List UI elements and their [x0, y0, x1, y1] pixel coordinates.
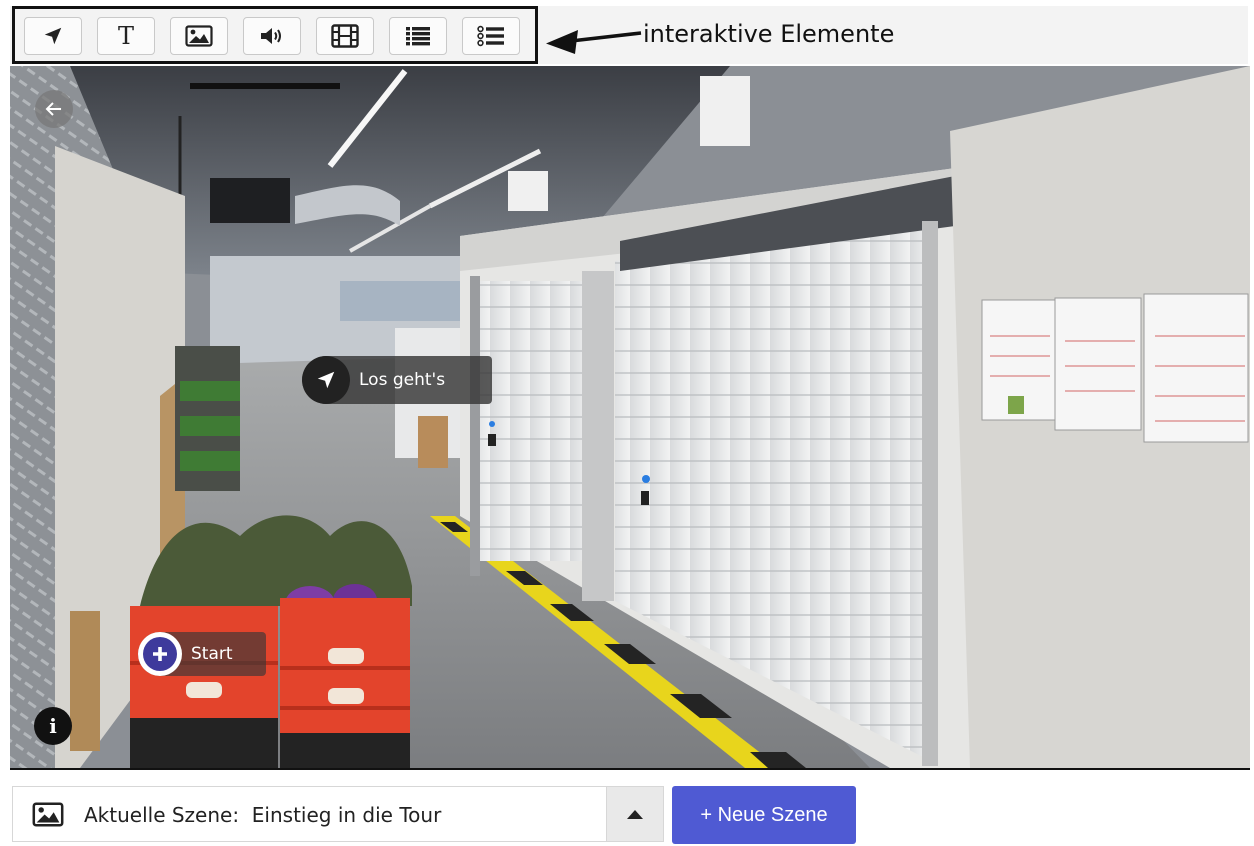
- current-scene-select[interactable]: Aktuelle Szene: Einstieg in die Tour: [12, 786, 664, 842]
- audio-icon: [261, 28, 281, 44]
- video-icon: [331, 24, 359, 48]
- info-icon: i: [49, 714, 57, 738]
- plus-circle-icon: [138, 632, 182, 676]
- add-video-button[interactable]: [316, 17, 374, 55]
- interactive-elements-toolbar: T: [12, 6, 538, 64]
- image-icon: [185, 25, 213, 47]
- hotspot-navigation-label: Los geht's: [359, 370, 446, 390]
- navigation-arrow-icon: [44, 27, 62, 45]
- new-scene-button[interactable]: + Neue Szene: [672, 786, 856, 844]
- back-button[interactable]: [35, 90, 73, 128]
- scene-dropdown-toggle[interactable]: [606, 787, 663, 841]
- current-scene-name: Einstieg in die Tour: [251, 803, 442, 827]
- add-text-button[interactable]: T: [97, 17, 155, 55]
- hotspot-navigation[interactable]: Los geht's: [302, 356, 492, 404]
- current-scene-prefix: Aktuelle Szene:: [84, 803, 240, 827]
- add-list-button[interactable]: [389, 17, 447, 55]
- add-numbered-list-button[interactable]: [462, 17, 520, 55]
- text-icon: T: [117, 22, 134, 50]
- image-icon: [32, 802, 64, 827]
- caret-up-icon: [627, 810, 643, 819]
- callout-label: interaktive Elemente: [643, 20, 895, 48]
- list-icon: [406, 27, 430, 46]
- add-navigation-button[interactable]: [24, 17, 82, 55]
- navigation-hotspot-icon: [302, 356, 350, 404]
- current-scene-text: Aktuelle Szene: Einstieg in die Tour: [84, 803, 441, 827]
- hotspot-start-label: Start: [191, 644, 233, 664]
- add-audio-button[interactable]: [243, 17, 301, 55]
- info-button[interactable]: i: [34, 707, 72, 745]
- scene-viewer[interactable]: Los geht's Start i: [10, 66, 1250, 770]
- arrow-left-icon: [45, 102, 61, 116]
- add-image-button[interactable]: [170, 17, 228, 55]
- numbered-list-icon: [477, 25, 504, 47]
- callout-arrow-icon: [546, 30, 642, 54]
- hotspot-start[interactable]: Start: [138, 632, 266, 676]
